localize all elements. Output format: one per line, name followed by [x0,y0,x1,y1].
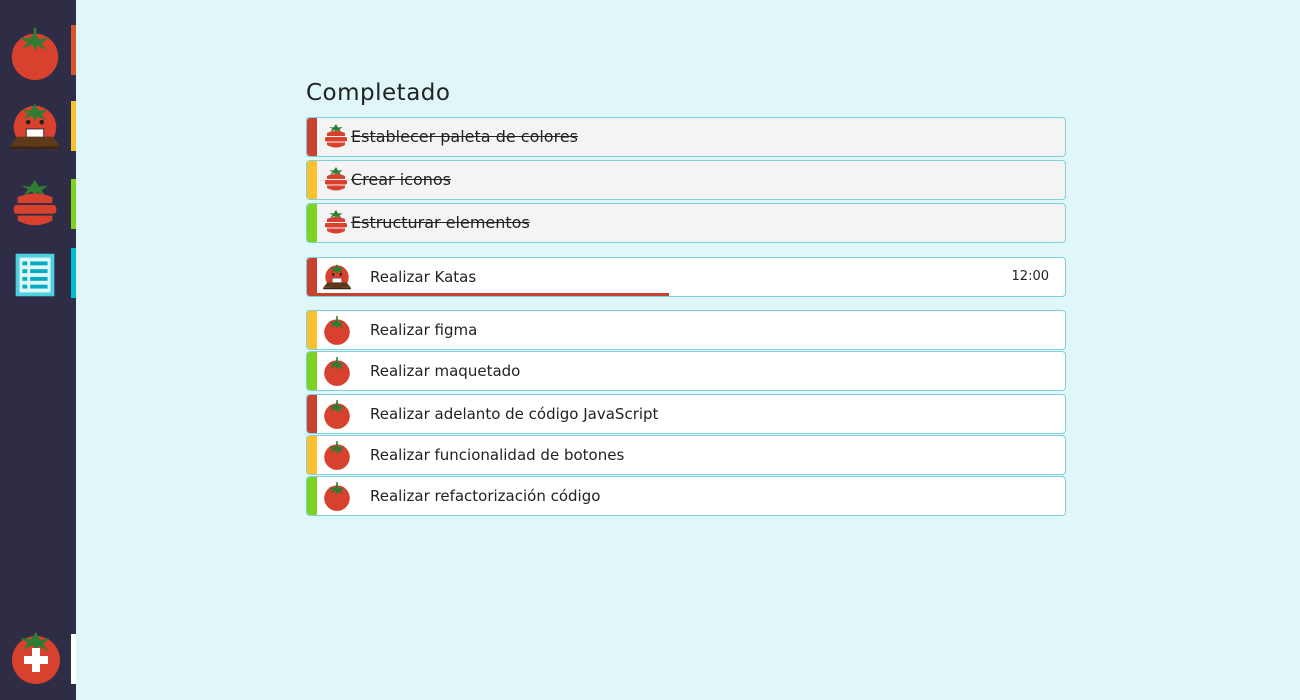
task-label: Realizar figma [370,321,478,339]
task-color-bar [307,204,317,242]
tomato-stack-icon [321,122,351,152]
task-label: Establecer paleta de colores [351,127,578,146]
tomato-stack-icon [321,208,351,238]
task-progress-bar [317,293,669,296]
task-timer: 12:00 [1011,269,1049,284]
completed-task[interactable]: Establecer paleta de colores [306,117,1066,157]
nav-tomato-stack[interactable] [0,174,76,234]
nav-tomato[interactable] [0,22,76,82]
nav-list[interactable] [0,244,76,304]
task-label: Crear iconos [351,170,452,189]
task-color-bar [307,436,317,474]
task-color-bar [307,118,317,156]
tomato-stack-icon [321,165,351,195]
current-task[interactable]: Realizar Katas 12:00 [306,257,1066,297]
list-icon [6,246,64,304]
tomato-icon [321,314,353,346]
task-color-bar [307,395,317,433]
nav-tab-accent [71,179,76,229]
task-label: Realizar adelanto de código JavaScript [370,405,659,423]
tomato-stack-icon [6,176,64,234]
nav-tab-accent [71,248,76,298]
task-label: Realizar funcionalidad de botones [370,446,625,464]
completed-task[interactable]: Crear iconos [306,160,1066,200]
task-color-bar [307,477,317,515]
add-task-button[interactable] [0,624,76,684]
add-tomato-icon [6,626,66,686]
tomato-icon [321,355,353,387]
tomato-icon [321,398,353,430]
task-label: Realizar maquetado [370,362,521,380]
task-label: Realizar Katas [370,268,477,286]
tomato-icon [6,24,64,82]
tomato-icon [321,439,353,471]
completed-task[interactable]: Estructurar elementos [306,203,1066,243]
nav-tomato-laptop[interactable] [0,96,76,156]
nav-tab-accent [71,101,76,151]
task-color-bar [307,161,317,199]
pending-task[interactable]: Realizar figma [306,310,1066,350]
pending-task[interactable]: Realizar adelanto de código JavaScript [306,394,1066,434]
task-color-bar [307,311,317,349]
sidebar [0,0,76,700]
tomato-icon [321,480,353,512]
pending-task[interactable]: Realizar maquetado [306,351,1066,391]
pending-task[interactable]: Realizar funcionalidad de botones [306,435,1066,475]
task-color-bar [307,258,317,296]
task-color-bar [307,352,317,390]
nav-tab-accent [71,634,76,684]
section-title: Completado [306,80,451,106]
tomato-laptop-icon [6,98,64,156]
nav-tab-accent [71,25,76,75]
task-label: Realizar refactorización código [370,487,601,505]
tomato-laptop-icon [321,261,353,293]
task-label: Estructurar elementos [351,213,530,232]
pending-task[interactable]: Realizar refactorización código [306,476,1066,516]
